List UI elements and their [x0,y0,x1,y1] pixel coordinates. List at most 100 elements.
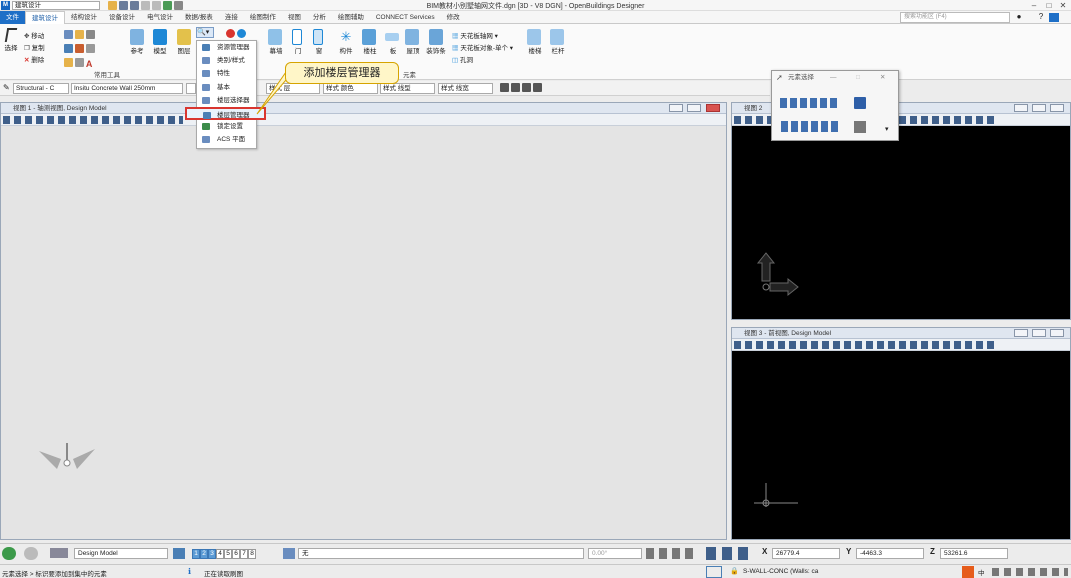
view-3-close[interactable] [1050,329,1064,337]
back-icon[interactable] [2,547,16,560]
minimize-icon[interactable]: – [1027,0,1041,11]
tab-architectural-design[interactable]: 建筑设计 [25,10,65,24]
maximize-icon[interactable]: □ [1042,0,1056,11]
menu-item-lock-settings[interactable]: 锁定设置 [197,120,256,133]
info-icon[interactable]: ℹ [188,567,196,576]
close-icon[interactable]: ✕ [1056,0,1070,11]
column-button[interactable]: 楼柱 [362,29,378,55]
model-select[interactable]: Design Model [74,548,168,559]
tab-electrical-design[interactable]: 电气设计 [141,11,179,24]
help-icon[interactable]: ? [1036,12,1046,23]
reference-button[interactable]: 参考 [130,29,144,55]
tab-file[interactable]: 文件 [0,10,25,24]
model-switch-icon[interactable] [50,548,68,558]
roof-button[interactable]: 屋顶 [405,29,421,55]
tab-mechanical-design[interactable]: 设备设计 [103,11,141,24]
selection-clear-icon[interactable] [854,97,866,109]
view-2-maximize[interactable] [1032,104,1046,112]
view-1-maximize[interactable] [687,104,701,112]
pin-tool-icon[interactable]: ✎ [3,83,10,92]
stair-button[interactable]: 楼梯 [527,29,543,55]
placement-icon-3[interactable] [521,83,531,92]
window-button[interactable]: 窗 [313,29,325,55]
select-tool[interactable]: 选择 [3,28,19,52]
view-3-toolbar[interactable] [732,339,1070,351]
view-1-minimize[interactable] [669,104,683,112]
rect-icon[interactable] [74,58,84,67]
views-icon[interactable] [173,548,185,559]
menu-item-properties[interactable]: 特性 [197,67,256,80]
menu-item-basic[interactable]: 基本 [197,81,256,94]
line-icon[interactable] [64,30,73,39]
placement-icon-1[interactable] [500,83,509,92]
tab-view[interactable]: 视图 [282,11,307,24]
accudraw-icons[interactable] [706,547,750,560]
view-1-toolbar[interactable] [1,114,726,126]
style-linetype-select[interactable]: 样式 线型 [380,83,435,94]
tab-drawing-aids[interactable]: 绘图辅助 [332,11,370,24]
view-page-4[interactable]: 4 [216,549,224,559]
member-button[interactable]: ✳ 构件 [338,29,354,55]
menu-item-category-style[interactable]: 类别/样式 [197,54,256,67]
delete-button[interactable]: ✕ 删除 [24,54,44,64]
view-page-5[interactable]: 5 [224,549,232,559]
tray-icons[interactable] [992,568,1068,576]
view-3-maximize[interactable] [1032,329,1046,337]
model-button[interactable]: 模型 [153,29,167,55]
view-page-2[interactable]: 2 [200,549,208,559]
circle-icon[interactable] [85,44,95,53]
style-color-select[interactable]: 样式 颜色 [323,83,378,94]
panel-maximize[interactable]: □ [856,71,860,85]
snap-mode-icon[interactable] [706,566,722,578]
account-icon[interactable] [1049,13,1059,22]
tab-data-reports[interactable]: 数据/报表 [179,11,219,24]
view-1-tool-icons[interactable] [3,116,183,124]
panel-close[interactable]: ✕ [880,71,885,85]
panel-expand-icon[interactable]: ▾ [885,125,889,133]
cell-icon[interactable] [64,44,73,53]
lock-status-icon[interactable]: 🔒 [730,567,739,575]
tab-drawing-production[interactable]: 绘图制作 [244,11,282,24]
tab-analysis[interactable]: 分析 [307,11,332,24]
placement-icon-4[interactable] [532,83,542,92]
door-button[interactable]: 门 [292,29,304,55]
menu-item-floor-selector[interactable]: 楼层选择器 [197,94,256,107]
ime-mode[interactable]: 中 [978,567,985,577]
text-icon[interactable]: A [86,59,93,69]
view-3-minimize[interactable] [1014,329,1028,337]
view-2-minimize[interactable] [1014,104,1028,112]
forward-icon[interactable] [24,547,38,560]
view-3-tool-icons[interactable] [734,341,994,349]
explorer-dropdown-button[interactable]: 🔍▾ [196,27,214,38]
placement-tools[interactable] [500,83,565,94]
opening-button[interactable]: ◫ 孔洞 [452,54,473,64]
wall-type-select[interactable]: Insitu Concrete Wall 250mm [71,83,183,94]
y-coordinate-field[interactable]: -4463.3 [856,548,924,559]
arc-icon[interactable] [85,30,95,39]
view-2-close[interactable] [1050,104,1064,112]
dimension-icon[interactable] [64,58,73,67]
view-3-window[interactable]: 视图 3 - 前视图, Design Model [731,327,1071,540]
drawing-tools-grid[interactable]: A [64,30,124,70]
angle-field[interactable]: 0.00° [588,548,642,559]
selection-mode-icons[interactable] [781,121,839,132]
active-level-select[interactable]: 无 [298,548,584,559]
selection-options-icon[interactable] [854,121,866,133]
style-toggle[interactable] [186,83,196,94]
discipline-select[interactable]: Structural - C [13,83,69,94]
fill-icon[interactable] [74,30,84,39]
z-coordinate-field[interactable]: 53261.6 [940,548,1008,559]
level-manager-icon[interactable] [283,548,295,559]
selection-method-icons[interactable] [780,98,840,108]
view-page-3[interactable]: 3 [208,549,216,559]
tab-structural-design[interactable]: 结构设计 [65,11,103,24]
move-button[interactable]: ✥ 移动 [24,30,44,40]
view-page-7[interactable]: 7 [240,549,248,559]
tab-connect[interactable]: 连接 [219,11,244,24]
element-selection-panel[interactable]: ➚ 元素选择 — □ ✕ ▾ [771,70,899,141]
trim-button[interactable]: 装饰条 [426,29,446,55]
menu-item-floor-manager[interactable]: 楼层管理器 [185,106,266,121]
view-1-close[interactable] [706,104,720,112]
layer-button[interactable]: 图层 [177,29,191,55]
user-icon[interactable]: ● [1012,12,1026,23]
